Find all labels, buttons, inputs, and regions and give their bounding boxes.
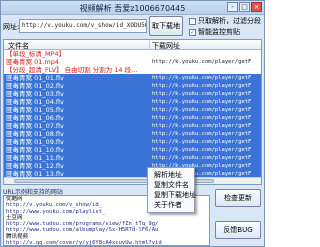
context-menu-item[interactable]: 关于作者: [148, 200, 194, 210]
filter-segments-checkbox[interactable]: 只取解析，过滤分段: [189, 16, 261, 26]
horizontal-scrollbar[interactable]: [4, 177, 261, 184]
row-filename: 匪毒青窝 01_03.flv: [6, 90, 64, 98]
list-rows: 【单段_标清_MP4】 匪毒青窝 01.mp4 http://k.youku.com…: [4, 50, 261, 184]
checkbox-label: 智能监控剪贴: [198, 28, 240, 36]
row-url: http://k.youku.com/player/getF: [152, 107, 252, 113]
list-row[interactable]: 匪毒青窝 01_10.flv http://k.youku.com/player/…: [4, 146, 261, 154]
row-url: http://k.youku.com/player/getF: [152, 83, 252, 89]
list-row[interactable]: 匪毒青窝 01_07.flv http://k.youku.com/player/…: [4, 122, 261, 130]
row-url: http://k.youku.com/player/getF: [152, 99, 252, 105]
list-row[interactable]: 匪毒青窝 01_12.flv http://k.youku.com/player/…: [4, 162, 261, 170]
file-list[interactable]: 文件名 下载网址 【单段_标清_MP4】 匪毒青窝 01.mp4 http://k.…: [3, 39, 262, 185]
row-filename: 匪毒青窝 01_11.flv: [6, 154, 64, 162]
list-row[interactable]: 匪毒青窝 01_08.flv http://k.youku.com/player/…: [4, 130, 261, 138]
minimize-icon[interactable]: -: [227, 2, 238, 12]
row-url: http://k.youku.com/player/getF: [152, 115, 252, 121]
context-menu-item[interactable]: 复制文件名: [148, 180, 194, 190]
row-url: http://k.youku.com/player/getF: [152, 59, 252, 65]
maximize-icon[interactable]: □: [239, 2, 250, 12]
clipboard-monitor-checkbox[interactable]: ✓ 智能监控剪贴: [189, 27, 240, 37]
window-controls: - □ ×: [227, 2, 262, 12]
get-download-url-button[interactable]: 取下载地址: [149, 16, 183, 48]
checkbox-box[interactable]: [189, 17, 196, 25]
row-url: http://k.youku.com/player/getF: [152, 139, 252, 145]
row-filename: 匪毒青窝 01_04.flv: [6, 98, 64, 106]
list-row[interactable]: 匪毒青窝 01_03.flv http://k.youku.com/player/…: [4, 90, 261, 98]
list-row[interactable]: 匪毒青窝 01_04.flv http://k.youku.com/player/…: [4, 98, 261, 106]
row-filename: 【单段_标清_MP4】: [6, 50, 66, 58]
url-input[interactable]: http://v.youku.com/v_show/id_XODU5ODYxOS…: [19, 19, 147, 33]
list-header: 文件名 下载网址: [4, 40, 261, 50]
list-row[interactable]: 匪毒青窝 01_09.flv http://k.youku.com/player/…: [4, 138, 261, 146]
row-filename: 匪毒青窝 01_12.flv: [6, 162, 64, 170]
row-filename: 匪毒青窝 01_01.flv: [6, 74, 64, 82]
context-menu-item[interactable]: 解析地址: [148, 170, 194, 180]
row-url: http://k.youku.com/player/getF: [152, 131, 252, 137]
list-row[interactable]: 匪毒青窝 01_02.flv http://k.youku.com/player/…: [4, 82, 261, 90]
url-row: 网址: http://v.youku.com/v_show/id_XODU5OD…: [3, 17, 153, 37]
list-row[interactable]: 【分段_超清_FLV】 自由切割 分割为 14 段...: [4, 66, 261, 74]
context-menu-item[interactable]: 复制下载地址: [148, 190, 196, 200]
row-url: http://k.youku.com/player/getF: [152, 123, 252, 129]
list-row[interactable]: 【单段_标清_MP4】: [4, 50, 261, 58]
context-menu: 解析地址 复制文件名 复制下载地址 关于作者: [147, 167, 196, 213]
checkbox-box-checked[interactable]: ✓: [189, 28, 196, 36]
row-url: http://k.youku.com/player/getF: [152, 75, 252, 81]
row-filename: 匪毒青窝 01_05.flv: [6, 106, 64, 114]
report-bug-button[interactable]: 反馈BUG: [215, 221, 261, 239]
list-row[interactable]: 匪毒青窝 01.mp4 http://k.youku.com/player/get…: [4, 58, 261, 66]
check-update-button[interactable]: 检查更新: [215, 189, 261, 207]
app-window: 视频解析 吾爱z1006670445 - □ × 网址: http://v.yo…: [0, 0, 265, 247]
list-row[interactable]: 匪毒青窝 01_11.flv http://k.youku.com/player/…: [4, 154, 261, 162]
example-line: http://v.qq.com/cover/y/yj6Y8cA4xcuvUw.h…: [6, 240, 162, 246]
row-filename: 匪毒青窝 01_10.flv: [6, 146, 64, 154]
row-filename: 匪毒青窝 01_07.flv: [6, 122, 64, 130]
row-filename: 匪毒青窝 01_06.flv: [6, 114, 64, 122]
list-row[interactable]: 匪毒青窝 01_06.flv http://k.youku.com/player/…: [4, 114, 261, 122]
row-filename: 【分段_超清_FLV】 自由切割 分割为 14 段...: [6, 66, 138, 74]
row-filename: 匪毒青窝 01_09.flv: [6, 138, 64, 146]
title-bar: 视频解析 吾爱z1006670445 - □ ×: [1, 1, 264, 15]
checkbox-label: 只取解析，过滤分段: [198, 17, 261, 25]
close-icon[interactable]: ×: [251, 2, 262, 12]
column-separator[interactable]: [149, 40, 150, 50]
window-title: 视频解析 吾爱z1006670445: [79, 4, 186, 13]
row-filename: 匪毒青窝 01.mp4: [6, 58, 59, 66]
row-url: http://k.youku.com/player/getF: [152, 147, 252, 153]
url-label: 网址:: [3, 23, 20, 31]
row-filename: 匪毒青窝 01_08.flv: [6, 130, 64, 138]
row-filename: 匪毒青窝 01_02.flv: [6, 82, 64, 90]
row-url: http://k.youku.com/player/getF: [152, 155, 252, 161]
list-row[interactable]: 匪毒青窝 01_01.flv http://k.youku.com/player/…: [4, 74, 261, 82]
row-url: http://k.youku.com/player/getF: [152, 91, 252, 97]
list-row[interactable]: 匪毒青窝 01_05.flv http://k.youku.com/player/…: [4, 106, 261, 114]
